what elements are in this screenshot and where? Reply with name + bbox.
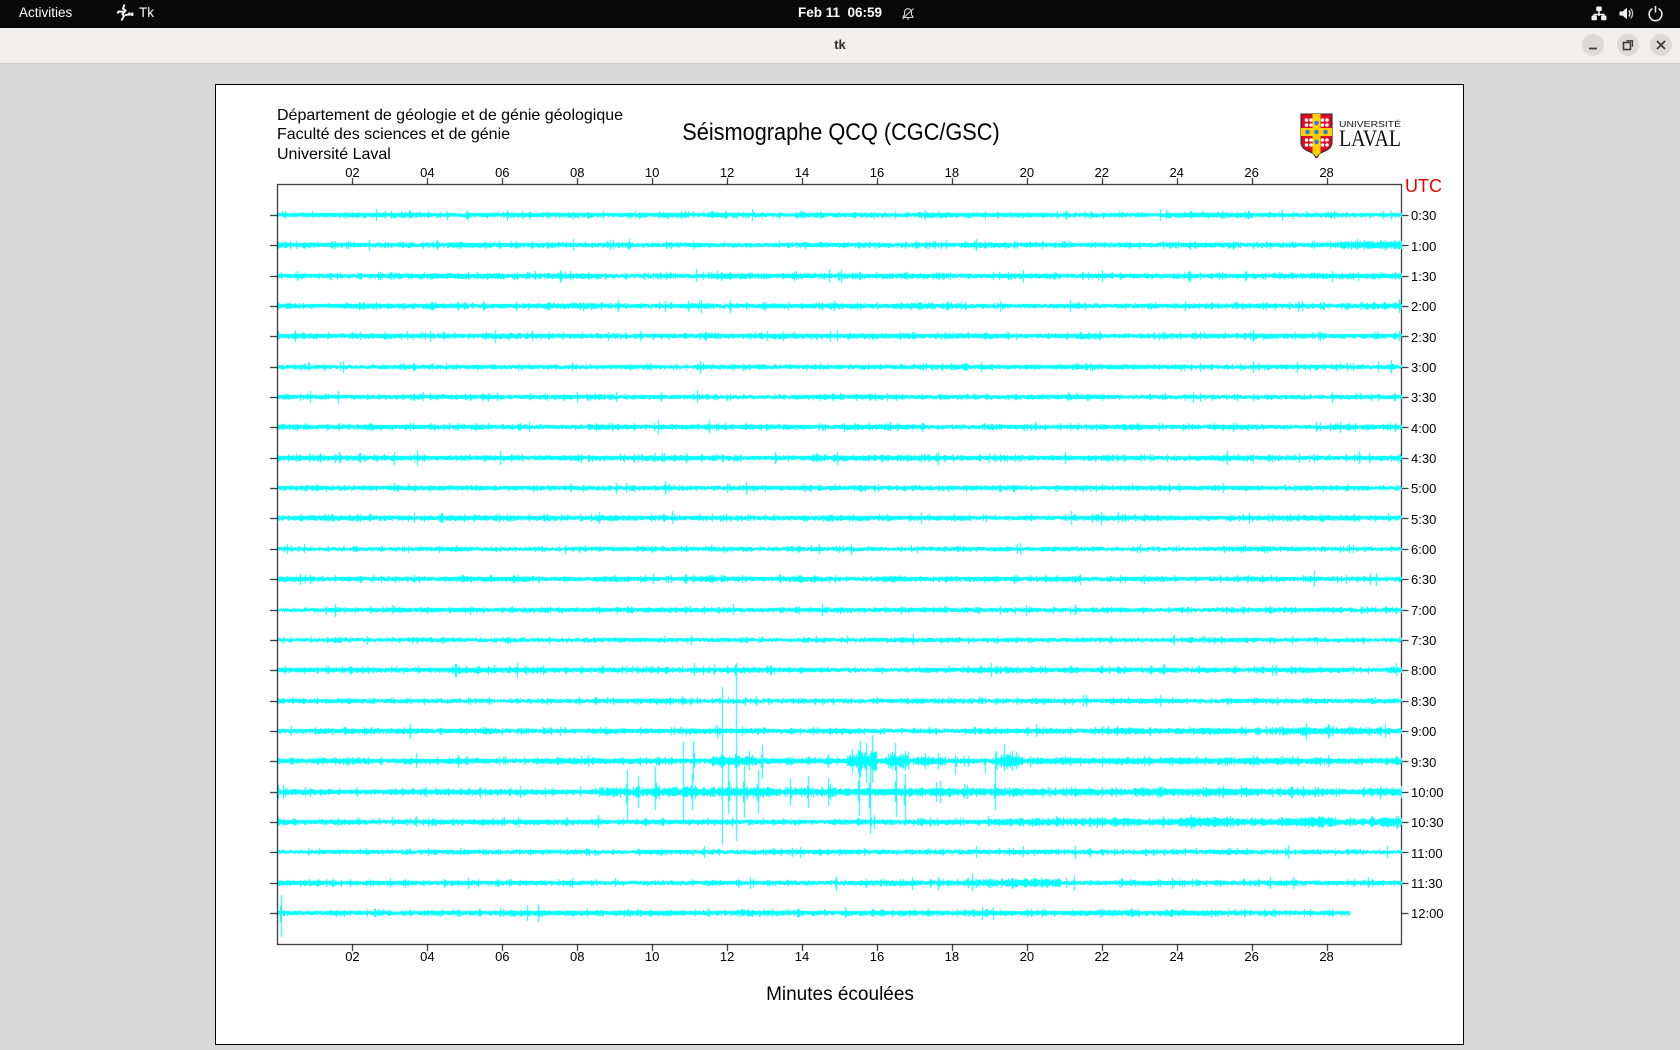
svg-text:LAVAL: LAVAL bbox=[1339, 126, 1401, 151]
